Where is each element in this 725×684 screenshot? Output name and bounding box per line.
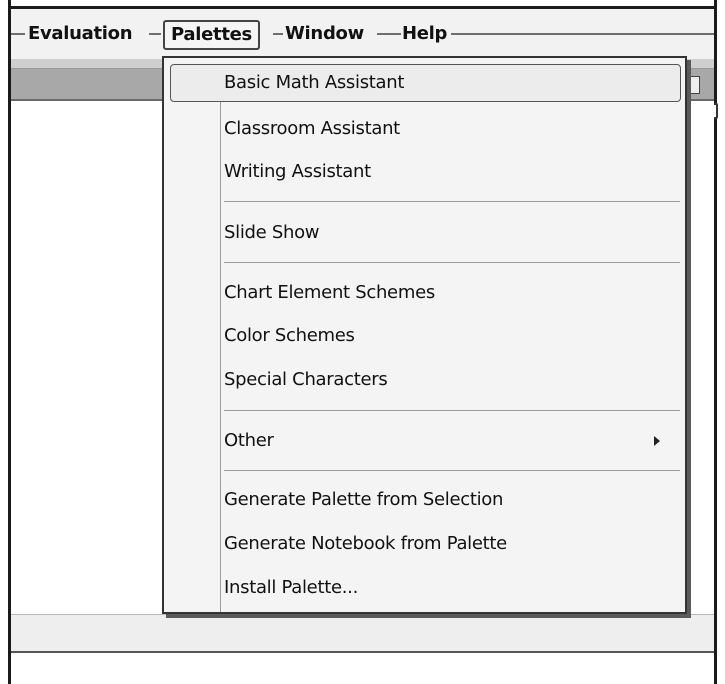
menu-item-generate-notebook-from-palette[interactable]: Generate Notebook from Palette [224, 525, 507, 563]
menubar-rule [11, 33, 25, 35]
menu-item-other[interactable]: Other [224, 422, 274, 460]
menu-item-writing-assistant[interactable]: Writing Assistant [224, 153, 371, 191]
menu-separator [224, 201, 680, 202]
menu-item-special-characters[interactable]: Special Characters [224, 361, 388, 399]
menu-item-basic-math-assistant[interactable]: Basic Math Assistant [224, 64, 404, 102]
menu-help[interactable]: Help [402, 20, 447, 48]
app-window: Evaluation Palettes Window Help Basic Ma… [0, 0, 725, 684]
menu-item-generate-palette-from-selection[interactable]: Generate Palette from Selection [224, 481, 503, 519]
menu-separator [224, 470, 680, 471]
menu-item-color-schemes[interactable]: Color Schemes [224, 317, 355, 355]
menubar-rule [273, 33, 283, 35]
menu-separator [224, 410, 680, 411]
menubar-rule [377, 33, 401, 35]
menu-separator [224, 262, 680, 263]
menu-window[interactable]: Window [285, 20, 364, 48]
triangle-right-icon [654, 436, 660, 446]
status-bar [11, 614, 714, 653]
menu-icon-gutter-divider [220, 64, 221, 612]
menu-palettes[interactable]: Palettes [163, 20, 260, 50]
menu-item-slide-show[interactable]: Slide Show [224, 214, 320, 252]
menu-bar: Evaluation Palettes Window Help [11, 9, 714, 59]
toolbar-button[interactable] [688, 76, 700, 94]
menu-item-chart-element-schemes[interactable]: Chart Element Schemes [224, 274, 435, 312]
menu-item-classroom-assistant[interactable]: Classroom Assistant [224, 110, 400, 148]
palettes-dropdown-menu: Basic Math Assistant Classroom Assistant… [162, 56, 687, 614]
menubar-rule [451, 33, 714, 35]
menu-evaluation[interactable]: Evaluation [28, 20, 133, 48]
menu-item-install-palette[interactable]: Install Palette... [224, 569, 358, 607]
menubar-rule [149, 33, 161, 35]
